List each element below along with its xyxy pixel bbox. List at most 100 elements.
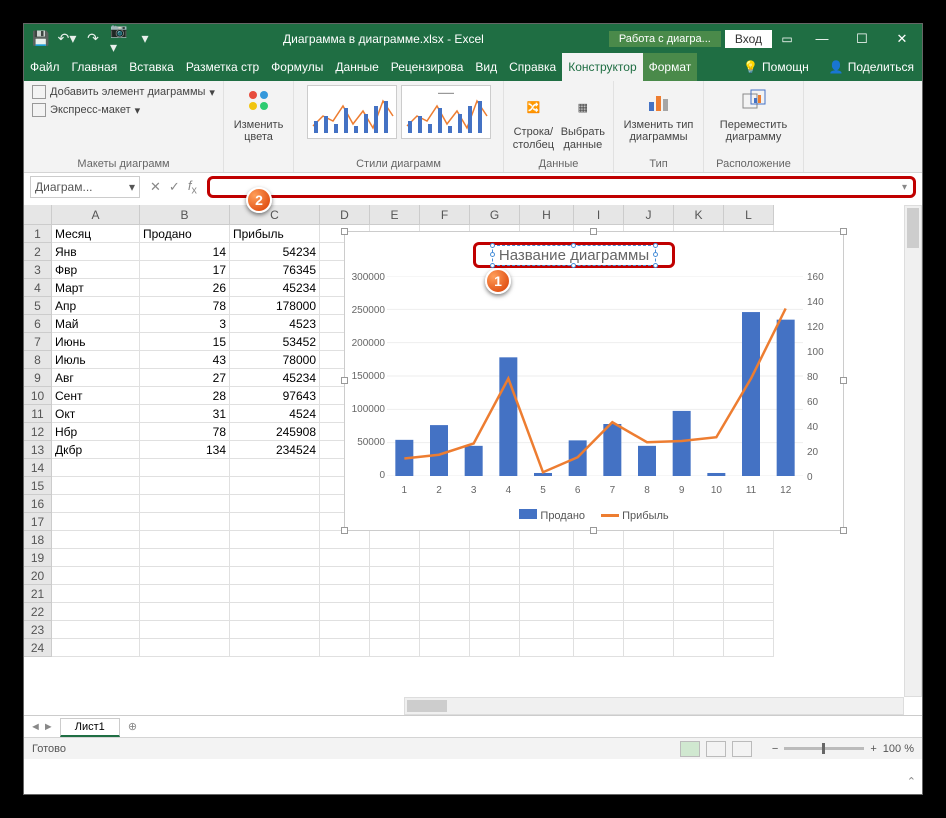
cell[interactable]: 15 <box>140 333 230 351</box>
cell[interactable] <box>724 567 774 585</box>
cell[interactable] <box>724 621 774 639</box>
cell[interactable] <box>230 549 320 567</box>
name-box[interactable]: Диаграм...▾ <box>30 176 140 198</box>
camera-icon[interactable]: 📷▾ <box>110 30 128 48</box>
cell[interactable]: Прибыль <box>230 225 320 243</box>
cell[interactable] <box>520 549 574 567</box>
cell[interactable] <box>230 477 320 495</box>
add-chart-element-button[interactable]: Добавить элемент диаграммы▾ <box>32 85 215 99</box>
row-header[interactable]: 5 <box>24 297 52 315</box>
cell[interactable] <box>140 459 230 477</box>
horizontal-scrollbar[interactable] <box>404 697 904 715</box>
cell[interactable] <box>574 621 624 639</box>
col-header[interactable]: D <box>320 205 370 225</box>
tell-me-icon[interactable]: 💡 <box>743 60 758 74</box>
col-header[interactable]: G <box>470 205 520 225</box>
plot-area[interactable] <box>387 276 803 476</box>
row-headers[interactable]: 123456789101112131415161718192021222324 <box>24 225 52 657</box>
cell[interactable]: Июнь <box>52 333 140 351</box>
view-page-break-icon[interactable] <box>732 741 752 757</box>
row-header[interactable]: 4 <box>24 279 52 297</box>
row-header[interactable]: 11 <box>24 405 52 423</box>
cell[interactable] <box>52 495 140 513</box>
cell[interactable]: Окт <box>52 405 140 423</box>
cell[interactable] <box>140 567 230 585</box>
col-header[interactable]: B <box>140 205 230 225</box>
cell[interactable] <box>674 531 724 549</box>
cell[interactable] <box>674 567 724 585</box>
col-header[interactable]: E <box>370 205 420 225</box>
cell[interactable]: Нбр <box>52 423 140 441</box>
cell[interactable] <box>470 531 520 549</box>
sheet-nav-prev-icon[interactable]: ◄ <box>30 721 41 733</box>
cell[interactable]: Сент <box>52 387 140 405</box>
col-header[interactable]: C <box>230 205 320 225</box>
cell[interactable] <box>674 621 724 639</box>
row-header[interactable]: 21 <box>24 585 52 603</box>
cell[interactable]: 28 <box>140 387 230 405</box>
cell[interactable] <box>320 639 370 657</box>
cell[interactable]: 234524 <box>230 441 320 459</box>
cell[interactable]: 76345 <box>230 261 320 279</box>
redo-icon[interactable]: ↷ <box>84 30 102 48</box>
sheet-nav-next-icon[interactable]: ► <box>43 721 54 733</box>
cell[interactable] <box>420 603 470 621</box>
cell[interactable]: 26 <box>140 279 230 297</box>
minimize-button[interactable]: — <box>802 24 842 53</box>
cell[interactable] <box>420 567 470 585</box>
col-header[interactable]: H <box>520 205 574 225</box>
row-header[interactable]: 18 <box>24 531 52 549</box>
cell[interactable] <box>724 585 774 603</box>
cell[interactable] <box>370 603 420 621</box>
menu-tab-справка[interactable]: Справка <box>503 53 562 81</box>
cell[interactable]: Продано <box>140 225 230 243</box>
cell[interactable] <box>420 531 470 549</box>
cell[interactable] <box>470 567 520 585</box>
row-header[interactable]: 2 <box>24 243 52 261</box>
cell[interactable] <box>470 621 520 639</box>
cell[interactable]: 53452 <box>230 333 320 351</box>
row-header[interactable]: 13 <box>24 441 52 459</box>
cell[interactable]: 31 <box>140 405 230 423</box>
cell[interactable] <box>320 621 370 639</box>
cell[interactable]: 178000 <box>230 297 320 315</box>
cell[interactable] <box>370 531 420 549</box>
cell[interactable] <box>724 639 774 657</box>
cell[interactable] <box>520 585 574 603</box>
cell[interactable]: 45234 <box>230 369 320 387</box>
cell[interactable]: Авг <box>52 369 140 387</box>
cell[interactable]: Май <box>52 315 140 333</box>
menu-tab-файл[interactable]: Файл <box>24 53 66 81</box>
collapse-ribbon-icon[interactable]: ⌃ <box>907 775 916 788</box>
share-label[interactable]: Поделиться <box>848 60 914 74</box>
chart-style-thumb[interactable]: ▬▬▬▬ <box>401 85 491 139</box>
row-header[interactable]: 12 <box>24 423 52 441</box>
cell[interactable] <box>370 549 420 567</box>
cell[interactable] <box>574 585 624 603</box>
cell[interactable] <box>370 639 420 657</box>
cell[interactable] <box>724 531 774 549</box>
cell[interactable] <box>140 603 230 621</box>
cell[interactable]: 3 <box>140 315 230 333</box>
formula-bar[interactable]: ▾ <box>207 176 916 198</box>
cell[interactable]: 14 <box>140 243 230 261</box>
cell[interactable] <box>470 603 520 621</box>
cell[interactable] <box>140 477 230 495</box>
cell[interactable] <box>140 531 230 549</box>
cell[interactable] <box>624 639 674 657</box>
cell[interactable] <box>230 585 320 603</box>
chart-title[interactable]: Название диаграммы <box>473 242 675 268</box>
cell[interactable] <box>520 531 574 549</box>
cell[interactable] <box>370 567 420 585</box>
maximize-button[interactable]: ☐ <box>842 24 882 53</box>
cell[interactable] <box>140 621 230 639</box>
select-data-button[interactable]: ▦Выбрать данные <box>561 92 605 150</box>
chart-object[interactable]: Название диаграммы 1 3000002500002000001… <box>344 231 844 531</box>
row-header[interactable]: 6 <box>24 315 52 333</box>
cancel-icon[interactable]: ✕ <box>150 179 161 195</box>
cell[interactable] <box>420 585 470 603</box>
cell[interactable]: Фвр <box>52 261 140 279</box>
cell[interactable] <box>674 549 724 567</box>
menu-tab-формулы[interactable]: Формулы <box>265 53 329 81</box>
share-icon[interactable]: 👤 <box>829 60 844 74</box>
